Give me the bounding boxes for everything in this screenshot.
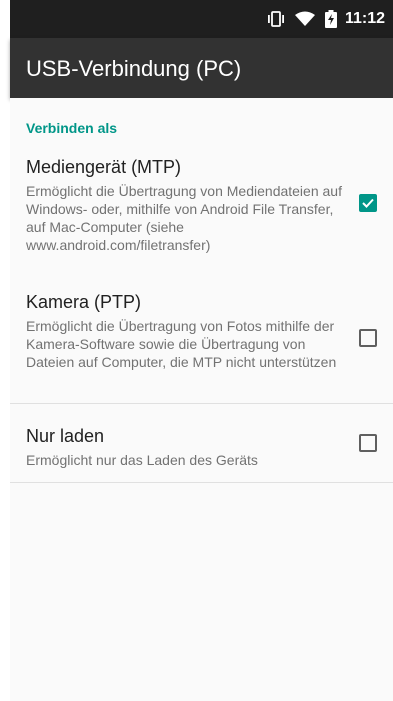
mtp-checkbox[interactable] bbox=[359, 194, 377, 212]
wifi-icon bbox=[294, 11, 315, 27]
charge-only-checkbox[interactable] bbox=[359, 434, 377, 452]
option-title: Mediengerät (MTP) bbox=[26, 157, 182, 177]
app-bar: USB-Verbindung (PC) bbox=[10, 38, 393, 98]
ptp-checkbox[interactable] bbox=[359, 329, 377, 347]
status-time: 11:12 bbox=[344, 10, 385, 27]
option-charge-only[interactable]: Nur laden Ermöglicht nur das Laden des G… bbox=[10, 404, 393, 482]
option-title: Kamera (PTP) bbox=[26, 292, 142, 312]
option-summary: Ermöglicht die Übertragung von Fotos mit… bbox=[26, 318, 337, 370]
option-ptp[interactable]: Kamera (PTP) Ermöglicht die Übertragung … bbox=[10, 288, 393, 403]
screen: 11:12 USB-Verbindung (PC) Verbinden als … bbox=[0, 0, 393, 701]
left-edge bbox=[0, 0, 10, 701]
option-summary: Ermöglicht die Übertragung von Mediendat… bbox=[26, 183, 342, 253]
settings-list: Verbinden als Mediengerät (MTP) Ermöglic… bbox=[10, 98, 393, 701]
option-title: Nur laden bbox=[26, 426, 105, 446]
page-title: USB-Verbindung (PC) bbox=[26, 56, 242, 81]
vibrate-icon bbox=[267, 11, 285, 27]
section-header: Verbinden als bbox=[26, 120, 118, 136]
option-summary: Ermöglicht nur das Laden des Geräts bbox=[26, 452, 258, 468]
option-mtp[interactable]: Mediengerät (MTP) Ermöglicht die Übertra… bbox=[10, 153, 393, 278]
battery-charging-icon bbox=[324, 10, 337, 28]
divider bbox=[10, 482, 393, 483]
checkmark-icon bbox=[362, 198, 374, 208]
status-bar: 11:12 bbox=[10, 0, 393, 38]
